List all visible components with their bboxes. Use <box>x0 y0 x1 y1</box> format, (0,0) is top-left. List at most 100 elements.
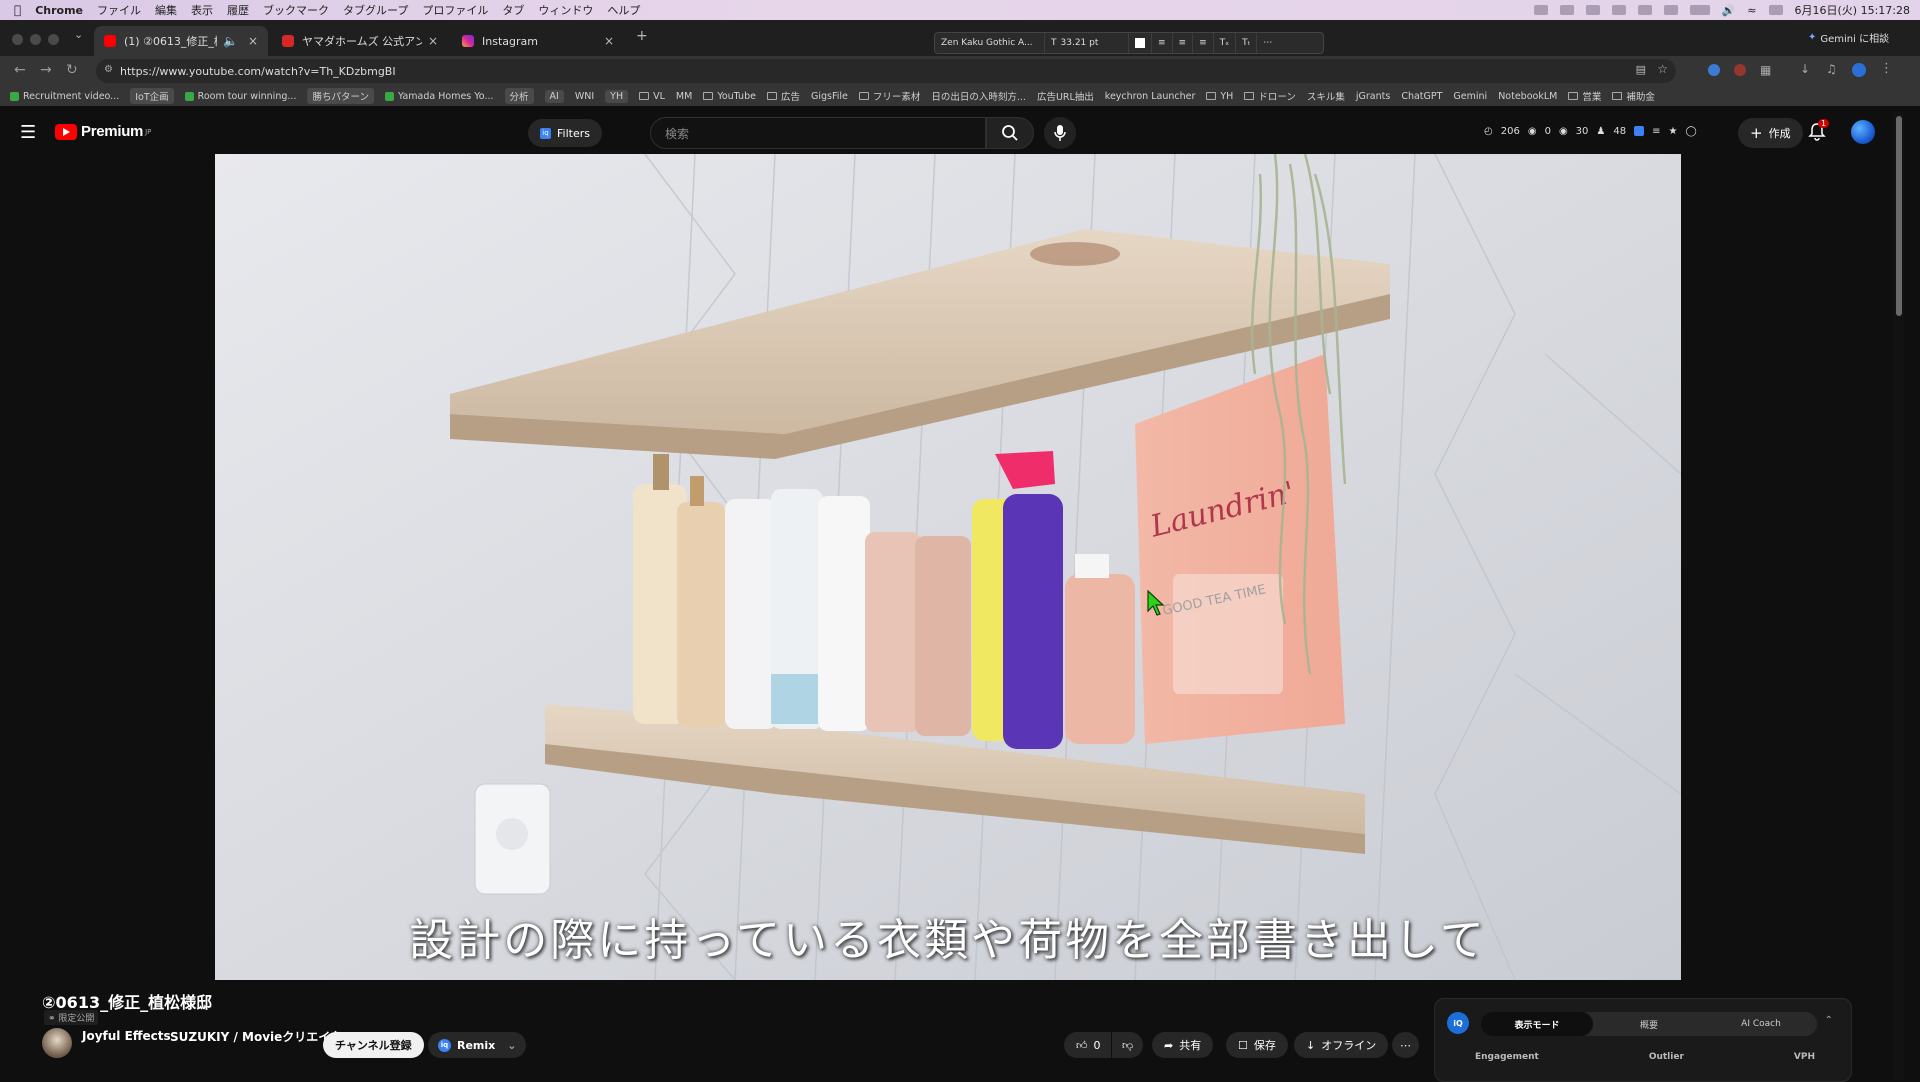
bookmark-item[interactable]: Recruitment video... <box>10 91 119 102</box>
bookmark-item[interactable]: YouTube <box>703 91 756 102</box>
tab-youtube[interactable]: (1) ②0613_修正_植松様邸 🔈 × <box>94 26 268 56</box>
bookmark-item[interactable]: YH <box>605 89 629 103</box>
bookmark-item[interactable]: keychron Launcher <box>1105 91 1196 102</box>
status-icon[interactable] <box>1663 5 1678 15</box>
extension-trophy-icon[interactable]: ★ <box>1669 126 1678 137</box>
font-select[interactable]: Zen Kaku Gothic A... <box>935 33 1045 53</box>
extension-list-icon[interactable]: ≡ <box>1652 126 1660 137</box>
status-icon[interactable] <box>1611 5 1626 15</box>
tab-search-icon[interactable]: ⌄ <box>74 28 83 41</box>
bookmark-item[interactable]: NotebookLM <box>1498 91 1557 102</box>
align-right-button[interactable]: ≡ <box>1193 33 1214 53</box>
bookmark-item[interactable]: 広告 <box>766 89 800 103</box>
page-scrollbar[interactable] <box>1894 112 1904 1080</box>
menu-file[interactable]: ファイル <box>97 2 141 18</box>
close-tab-icon[interactable]: × <box>604 34 614 48</box>
hamburger-menu-icon[interactable]: ☰ <box>20 122 36 143</box>
extension-tag-icon[interactable]: ◯ <box>1685 126 1696 137</box>
collapse-icon[interactable]: ⌃ <box>1825 1015 1833 1026</box>
tab-instagram[interactable]: Instagram × <box>452 26 624 56</box>
status-icon[interactable] <box>1637 5 1652 15</box>
search-input[interactable]: 検索 <box>650 117 986 149</box>
status-icon[interactable] <box>1585 5 1600 15</box>
menu-app-name[interactable]: Chrome <box>35 4 83 17</box>
status-icon[interactable] <box>1533 5 1548 15</box>
dislike-button[interactable]: 👎︎ <box>1112 1032 1144 1058</box>
status-icon[interactable] <box>1559 5 1574 15</box>
volume-icon[interactable]: 🔊 <box>1722 4 1736 17</box>
tab-display-mode[interactable]: 表示モード <box>1481 1012 1593 1036</box>
extension-icon[interactable] <box>1734 64 1746 76</box>
color-swatch[interactable] <box>1129 33 1152 53</box>
gemini-button[interactable]: ✦ Gemini に相談 <box>1808 27 1889 47</box>
notifications-button[interactable]: 1 <box>1808 119 1830 146</box>
filters-button[interactable]: iq Filters <box>528 119 602 147</box>
bookmark-item[interactable]: スキル集 <box>1307 89 1345 103</box>
channel-name-collab[interactable]: SUZUKIY / Movieクリエイター <box>170 1029 354 1045</box>
youtube-logo[interactable]: Premium JP <box>55 123 151 140</box>
channel-name[interactable]: Joyful Effects <box>82 1029 171 1043</box>
chrome-menu-icon[interactable]: ⋮ <box>1880 61 1893 76</box>
bookmark-star-icon[interactable]: ☆ <box>1657 62 1668 76</box>
menu-window[interactable]: ウィンドウ <box>538 2 593 18</box>
search-button[interactable] <box>986 117 1034 149</box>
bookmark-item[interactable]: IoT企画 <box>130 88 174 104</box>
download-icon[interactable]: ↓ <box>1800 62 1810 76</box>
bookmark-item[interactable]: フリー素材 <box>858 89 920 103</box>
minimize-window-button[interactable] <box>30 34 41 45</box>
control-center-icon[interactable] <box>1768 5 1783 15</box>
tab-overview[interactable]: 概要 <box>1593 1012 1705 1036</box>
battery-icon[interactable] <box>1689 5 1710 15</box>
menu-clock[interactable]: 6月16日(火) 15:17:28 <box>1795 2 1910 18</box>
extension-badge-icon[interactable] <box>1634 126 1645 136</box>
close-window-button[interactable] <box>12 34 23 45</box>
bookmark-item[interactable]: 勝ちパターン <box>307 88 374 104</box>
bookmark-item[interactable]: 広告URL抽出 <box>1037 89 1094 103</box>
bookmark-item[interactable]: 分析 <box>504 88 534 104</box>
tab-ai-coach[interactable]: AI Coach <box>1705 1012 1817 1036</box>
menu-profiles[interactable]: プロファイル <box>422 2 488 18</box>
install-icon[interactable]: ▤ <box>1636 63 1646 76</box>
reload-icon[interactable]: ↻ <box>66 62 78 78</box>
menu-tab[interactable]: タブ <box>502 2 524 18</box>
extensions-puzzle-icon[interactable]: ▦ <box>1760 63 1771 77</box>
align-center-button[interactable]: ≡ <box>1173 33 1194 53</box>
close-tab-icon[interactable]: × <box>428 34 438 48</box>
font-size-select[interactable]: T 33.21 pt <box>1045 33 1129 53</box>
bookmark-item[interactable]: jGrants <box>1356 91 1390 102</box>
align-left-button[interactable]: ≡ <box>1152 33 1173 53</box>
menu-edit[interactable]: 編集 <box>155 2 177 18</box>
more-actions-button[interactable]: ⋯ <box>1392 1032 1419 1058</box>
site-info-icon[interactable]: ⚙ <box>104 64 113 75</box>
menu-view[interactable]: 表示 <box>191 2 213 18</box>
apple-icon[interactable]:  <box>14 3 21 17</box>
more-options-button[interactable]: ⋯ <box>1257 33 1278 53</box>
save-button[interactable]: ☐ 保存 <box>1226 1032 1288 1058</box>
bookmark-item[interactable]: YH <box>1206 91 1233 102</box>
create-button[interactable]: + 作成 <box>1738 118 1803 148</box>
bookmark-item[interactable]: AI <box>544 89 564 103</box>
new-tab-button[interactable]: + <box>636 28 648 44</box>
media-icon[interactable]: ♫ <box>1826 62 1837 76</box>
wifi-icon[interactable]: ≈ <box>1747 4 1756 17</box>
zoom-window-button[interactable] <box>48 34 59 45</box>
bookmark-item[interactable]: Yamada Homes Yo... <box>384 91 494 102</box>
remix-button[interactable]: iq Remix ⌄ <box>428 1032 527 1058</box>
text-style-button[interactable]: Tₓ <box>1214 33 1237 53</box>
like-button[interactable]: 👍︎ 0 <box>1064 1032 1111 1058</box>
video-player[interactable]: Laundrin' GOOD TEA TIME 設計の際に持っている衣類や荷物を… <box>215 154 1681 980</box>
chevron-down-icon[interactable]: ⌄ <box>507 1039 516 1052</box>
back-icon[interactable]: ← <box>14 62 26 78</box>
bookmark-item[interactable]: ドローン <box>1244 89 1296 103</box>
bookmark-item[interactable]: VL <box>639 91 665 102</box>
share-button[interactable]: ➦ 共有 <box>1152 1032 1214 1058</box>
bookmark-item[interactable]: MM <box>676 91 692 102</box>
bookmark-item[interactable]: Room tour winning... <box>184 91 296 102</box>
close-tab-icon[interactable]: × <box>248 34 258 48</box>
audio-icon[interactable]: 🔈 <box>223 34 238 48</box>
menu-history[interactable]: 履歴 <box>227 2 249 18</box>
bookmark-item[interactable]: 補助金 <box>1612 89 1655 103</box>
bookmark-item[interactable]: WNI <box>575 91 594 102</box>
bookmark-item[interactable]: 日の出日の入時刻方... <box>931 89 1026 103</box>
extension-icon[interactable] <box>1708 64 1720 76</box>
